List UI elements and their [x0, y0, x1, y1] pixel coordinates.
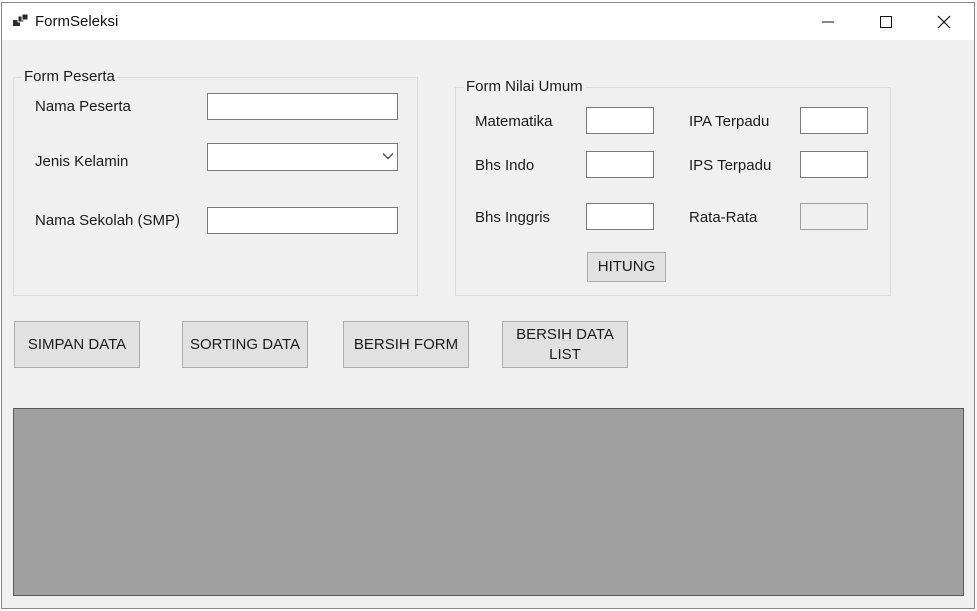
rata-rata-field — [800, 203, 868, 230]
bhs-indo-input[interactable] — [587, 152, 653, 177]
bhs-inggris-input[interactable] — [587, 204, 653, 229]
chevron-down-icon — [382, 153, 394, 160]
ips-terpadu-field[interactable] — [800, 151, 868, 178]
close-icon — [937, 15, 951, 28]
bhs-inggris-field[interactable] — [586, 203, 654, 230]
ipa-terpadu-field[interactable] — [800, 107, 868, 134]
app-window-icon — [13, 13, 29, 28]
ips-terpadu-label: IPS Terpadu — [689, 157, 772, 174]
window-title: FormSeleksi — [35, 13, 119, 30]
data-list-grid[interactable] — [13, 408, 964, 596]
maximize-button[interactable] — [857, 3, 915, 40]
nama-peserta-field[interactable] — [207, 93, 398, 120]
form-peserta-legend: Form Peserta — [22, 68, 117, 85]
ipa-terpadu-input[interactable] — [801, 108, 867, 133]
nama-sekolah-input[interactable] — [208, 208, 397, 233]
close-button[interactable] — [915, 3, 973, 40]
bhs-inggris-label: Bhs Inggris — [475, 209, 551, 226]
jenis-kelamin-dropdown[interactable] — [207, 143, 398, 171]
bersih-data-list-button[interactable]: BERSIH DATA LIST — [502, 321, 628, 368]
rata-rata-output — [801, 204, 867, 229]
matematika-input[interactable] — [587, 108, 653, 133]
form-seleksi-window: FormSeleksi Form Peserta Nama Peserta Je… — [1, 2, 975, 609]
nama-peserta-input[interactable] — [208, 94, 397, 119]
form-nilai-legend: Form Nilai Umum — [464, 78, 585, 95]
bersih-form-button[interactable]: BERSIH FORM — [343, 321, 469, 368]
minimize-icon — [822, 21, 834, 22]
jenis-kelamin-label: Jenis Kelamin — [35, 153, 129, 170]
nama-sekolah-label: Nama Sekolah (SMP) — [35, 212, 181, 229]
ipa-terpadu-label: IPA Terpadu — [689, 113, 770, 130]
nama-peserta-label: Nama Peserta — [35, 98, 131, 115]
minimize-button[interactable] — [799, 3, 857, 40]
matematika-label: Matematika — [475, 113, 553, 130]
nama-sekolah-field[interactable] — [207, 207, 398, 234]
simpan-data-button[interactable]: SIMPAN DATA — [14, 321, 140, 368]
ips-terpadu-input[interactable] — [801, 152, 867, 177]
bhs-indo-field[interactable] — [586, 151, 654, 178]
matematika-field[interactable] — [586, 107, 654, 134]
rata-rata-label: Rata-Rata — [689, 209, 758, 226]
title-bar[interactable]: FormSeleksi — [2, 3, 974, 40]
bhs-indo-label: Bhs Indo — [475, 157, 535, 174]
sorting-data-button[interactable]: SORTING DATA — [182, 321, 308, 368]
hitung-button[interactable]: HITUNG — [587, 252, 666, 282]
maximize-icon — [880, 15, 892, 28]
